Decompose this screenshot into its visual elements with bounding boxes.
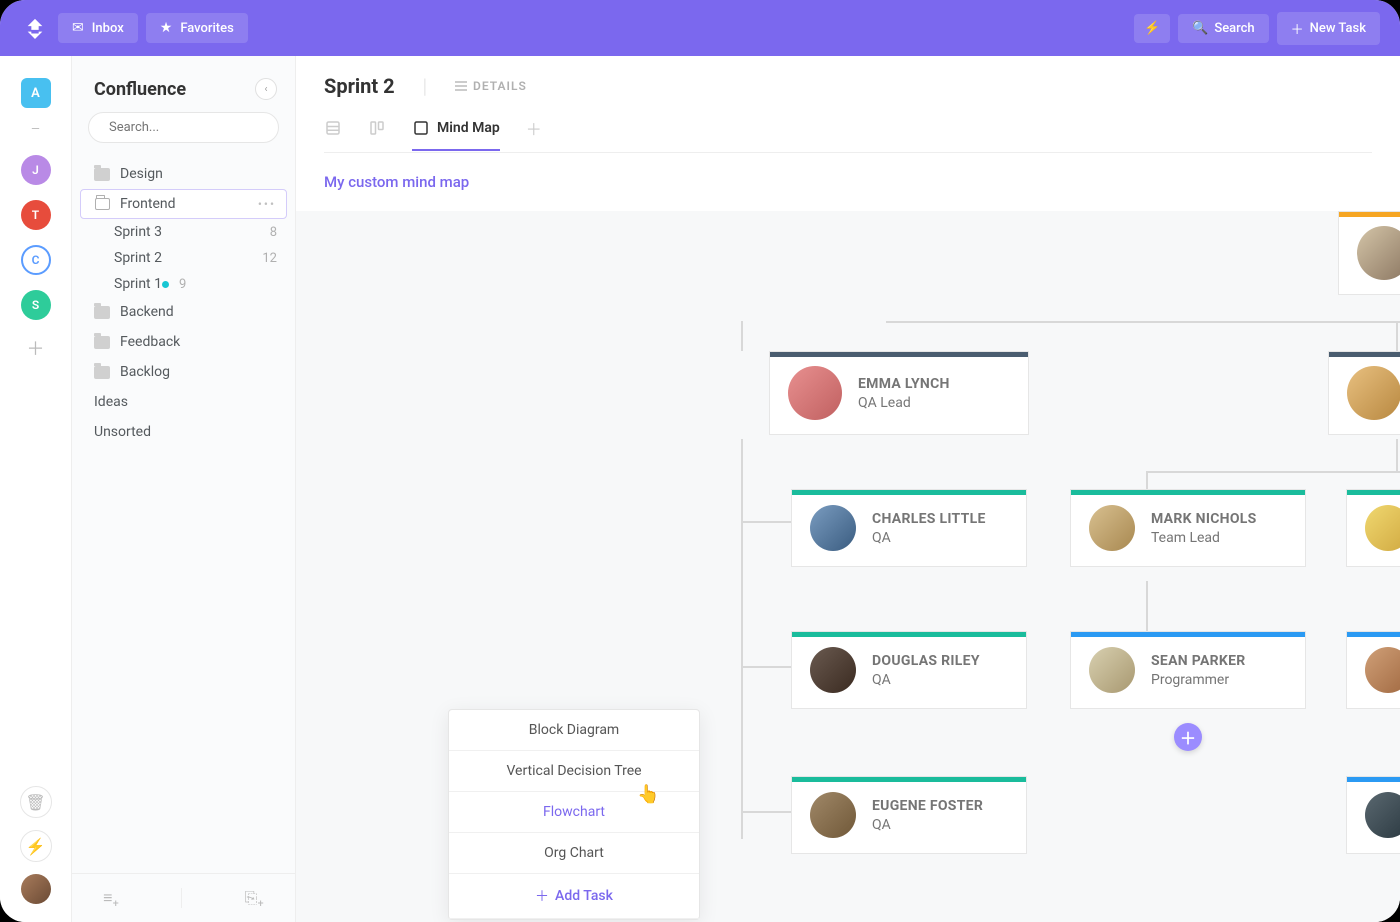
page-title: Sprint 2 (324, 74, 395, 98)
status-dot (162, 281, 169, 288)
folder-icon (94, 168, 110, 181)
board-view-icon (368, 119, 386, 137)
user-c[interactable]: C (21, 245, 51, 275)
user-j[interactable]: J (21, 155, 51, 185)
inbox-icon: ✉ (72, 20, 84, 36)
new-task-label: New Task (1310, 21, 1366, 36)
folder-icon (94, 336, 110, 349)
search-button[interactable]: 🔍 Search (1178, 14, 1269, 43)
sidebar-item-sprint2[interactable]: Sprint 2 12 (72, 245, 295, 271)
folder-icon (94, 366, 110, 379)
org-node-nich[interactable]: NICH Team (1346, 489, 1400, 567)
org-node-qa-lead[interactable]: EMMA LYNCH QA Lead (769, 351, 1029, 435)
search-icon: 🔍 (1192, 21, 1208, 36)
sidebar-item-frontend[interactable]: Frontend ••• (80, 189, 287, 219)
list-icon (455, 81, 467, 91)
menu-item-block-diagram[interactable]: Block Diagram (449, 710, 699, 751)
trash-icon[interactable]: 🗑 (20, 786, 52, 818)
inbox-button[interactable]: ✉ Inbox (58, 13, 138, 43)
add-workspace-button[interactable]: ＋ (27, 335, 45, 361)
details-button[interactable]: DETAILS (455, 79, 527, 93)
inbox-label: Inbox (92, 21, 124, 36)
org-node-sean[interactable]: SEAN PARKER Programmer (1070, 631, 1306, 709)
org-node-john[interactable]: JOHN Junio (1346, 776, 1400, 854)
avatar (810, 792, 856, 838)
favorites-label: Favorites (180, 21, 233, 36)
breadcrumb[interactable]: My custom mind map (296, 153, 1400, 211)
rail-collapse-icon[interactable]: − (30, 119, 40, 140)
sidebar-title: Confluence (94, 79, 186, 100)
workspace-rail: A − J T C S ＋ 🗑 ⚡ (0, 56, 72, 922)
user-s[interactable]: S (21, 290, 51, 320)
avatar (1347, 366, 1400, 420)
menu-item-add-task[interactable]: ＋ Add Task (449, 874, 699, 919)
avatar (1365, 792, 1400, 838)
org-node-mich[interactable]: MICH Progr (1346, 631, 1400, 709)
list-view-icon (324, 119, 342, 137)
tab-board[interactable] (368, 119, 386, 149)
org-node-mark[interactable]: MARK NICHOLS Team Lead (1070, 489, 1306, 567)
favorites-button[interactable]: ★ Favorites (146, 13, 248, 43)
sidebar-item-backlog[interactable]: Backlog (72, 357, 295, 387)
diagram-type-menu: Block Diagram Vertical Decision Tree Flo… (448, 709, 700, 920)
bolt-button[interactable]: ⚡ (1134, 14, 1170, 43)
add-view-button[interactable]: ＋ (526, 116, 542, 152)
current-user-avatar[interactable] (21, 874, 51, 904)
cursor-icon: 👆 (637, 784, 659, 805)
menu-item-org-chart[interactable]: Org Chart (449, 833, 699, 874)
new-folder-icon[interactable]: ⎘₊ (245, 888, 264, 908)
tab-mindmap[interactable]: Mind Map (412, 119, 500, 151)
search-input[interactable] (109, 120, 275, 135)
avatar (1357, 226, 1400, 280)
avatar (810, 505, 856, 551)
sidebar-item-sprint3[interactable]: Sprint 3 8 (72, 219, 295, 245)
user-t[interactable]: T (21, 200, 51, 230)
sidebar: Confluence ‹ Design Frontend ••• (72, 56, 296, 922)
workspace-a[interactable]: A (21, 78, 51, 108)
sidebar-search[interactable] (88, 112, 279, 143)
avatar (1089, 505, 1135, 551)
sidebar-item-design[interactable]: Design (72, 159, 295, 189)
sidebar-item-unsorted[interactable]: Unsorted (72, 417, 295, 447)
plus-icon: ＋ (1291, 19, 1304, 38)
avatar (810, 647, 856, 693)
menu-item-flowchart[interactable]: Flowchart (449, 792, 699, 833)
plus-icon: ＋ (535, 886, 549, 906)
more-icon[interactable]: ••• (258, 197, 276, 211)
view-tabs: Mind Map ＋ (324, 116, 1372, 153)
org-node-charles[interactable]: CHARLES LITTLE QA (791, 489, 1027, 567)
add-child-button[interactable]: ＋ (1174, 723, 1202, 751)
logo-icon[interactable] (20, 13, 50, 43)
org-node-ceo[interactable]: HENRY BENNETT Chairman & CEO (1338, 211, 1400, 295)
mindmap-icon (412, 119, 430, 137)
folder-icon (94, 306, 110, 319)
content-area: Sprint 2 | DETAILS (296, 56, 1400, 922)
bolt-icon: ⚡ (1144, 21, 1160, 36)
avatar (1365, 505, 1400, 551)
sidebar-item-sprint1[interactable]: Sprint 1 9 (72, 271, 295, 297)
star-icon: ★ (160, 20, 173, 36)
sidebar-item-feedback[interactable]: Feedback (72, 327, 295, 357)
collapse-sidebar-button[interactable]: ‹ (255, 78, 277, 100)
automation-icon[interactable]: ⚡ (20, 830, 52, 862)
new-task-button[interactable]: ＋ New Task (1277, 12, 1380, 45)
menu-item-decision-tree[interactable]: Vertical Decision Tree (449, 751, 699, 792)
avatar (1365, 647, 1400, 693)
sidebar-footer: ≡₊ ⎘₊ (72, 873, 295, 922)
org-node-tech-dir[interactable]: JERRY WAGNER Technical Director (1328, 351, 1400, 435)
sidebar-item-ideas[interactable]: Ideas (72, 387, 295, 417)
tab-list[interactable] (324, 119, 342, 149)
app-header: ✉ Inbox ★ Favorites ⚡ 🔍 Search ＋ New Tas… (0, 0, 1400, 56)
sidebar-item-backend[interactable]: Backend (72, 297, 295, 327)
mind-map-canvas[interactable]: HENRY BENNETT Chairman & CEO EMMA LYNCH … (296, 211, 1400, 922)
search-label: Search (1214, 21, 1254, 36)
org-node-eugene[interactable]: EUGENE FOSTER QA (791, 776, 1027, 854)
new-list-icon[interactable]: ≡₊ (103, 888, 119, 908)
org-node-douglas[interactable]: DOUGLAS RILEY QA (791, 631, 1027, 709)
folder-icon (95, 198, 110, 210)
avatar (1089, 647, 1135, 693)
avatar (788, 366, 842, 420)
